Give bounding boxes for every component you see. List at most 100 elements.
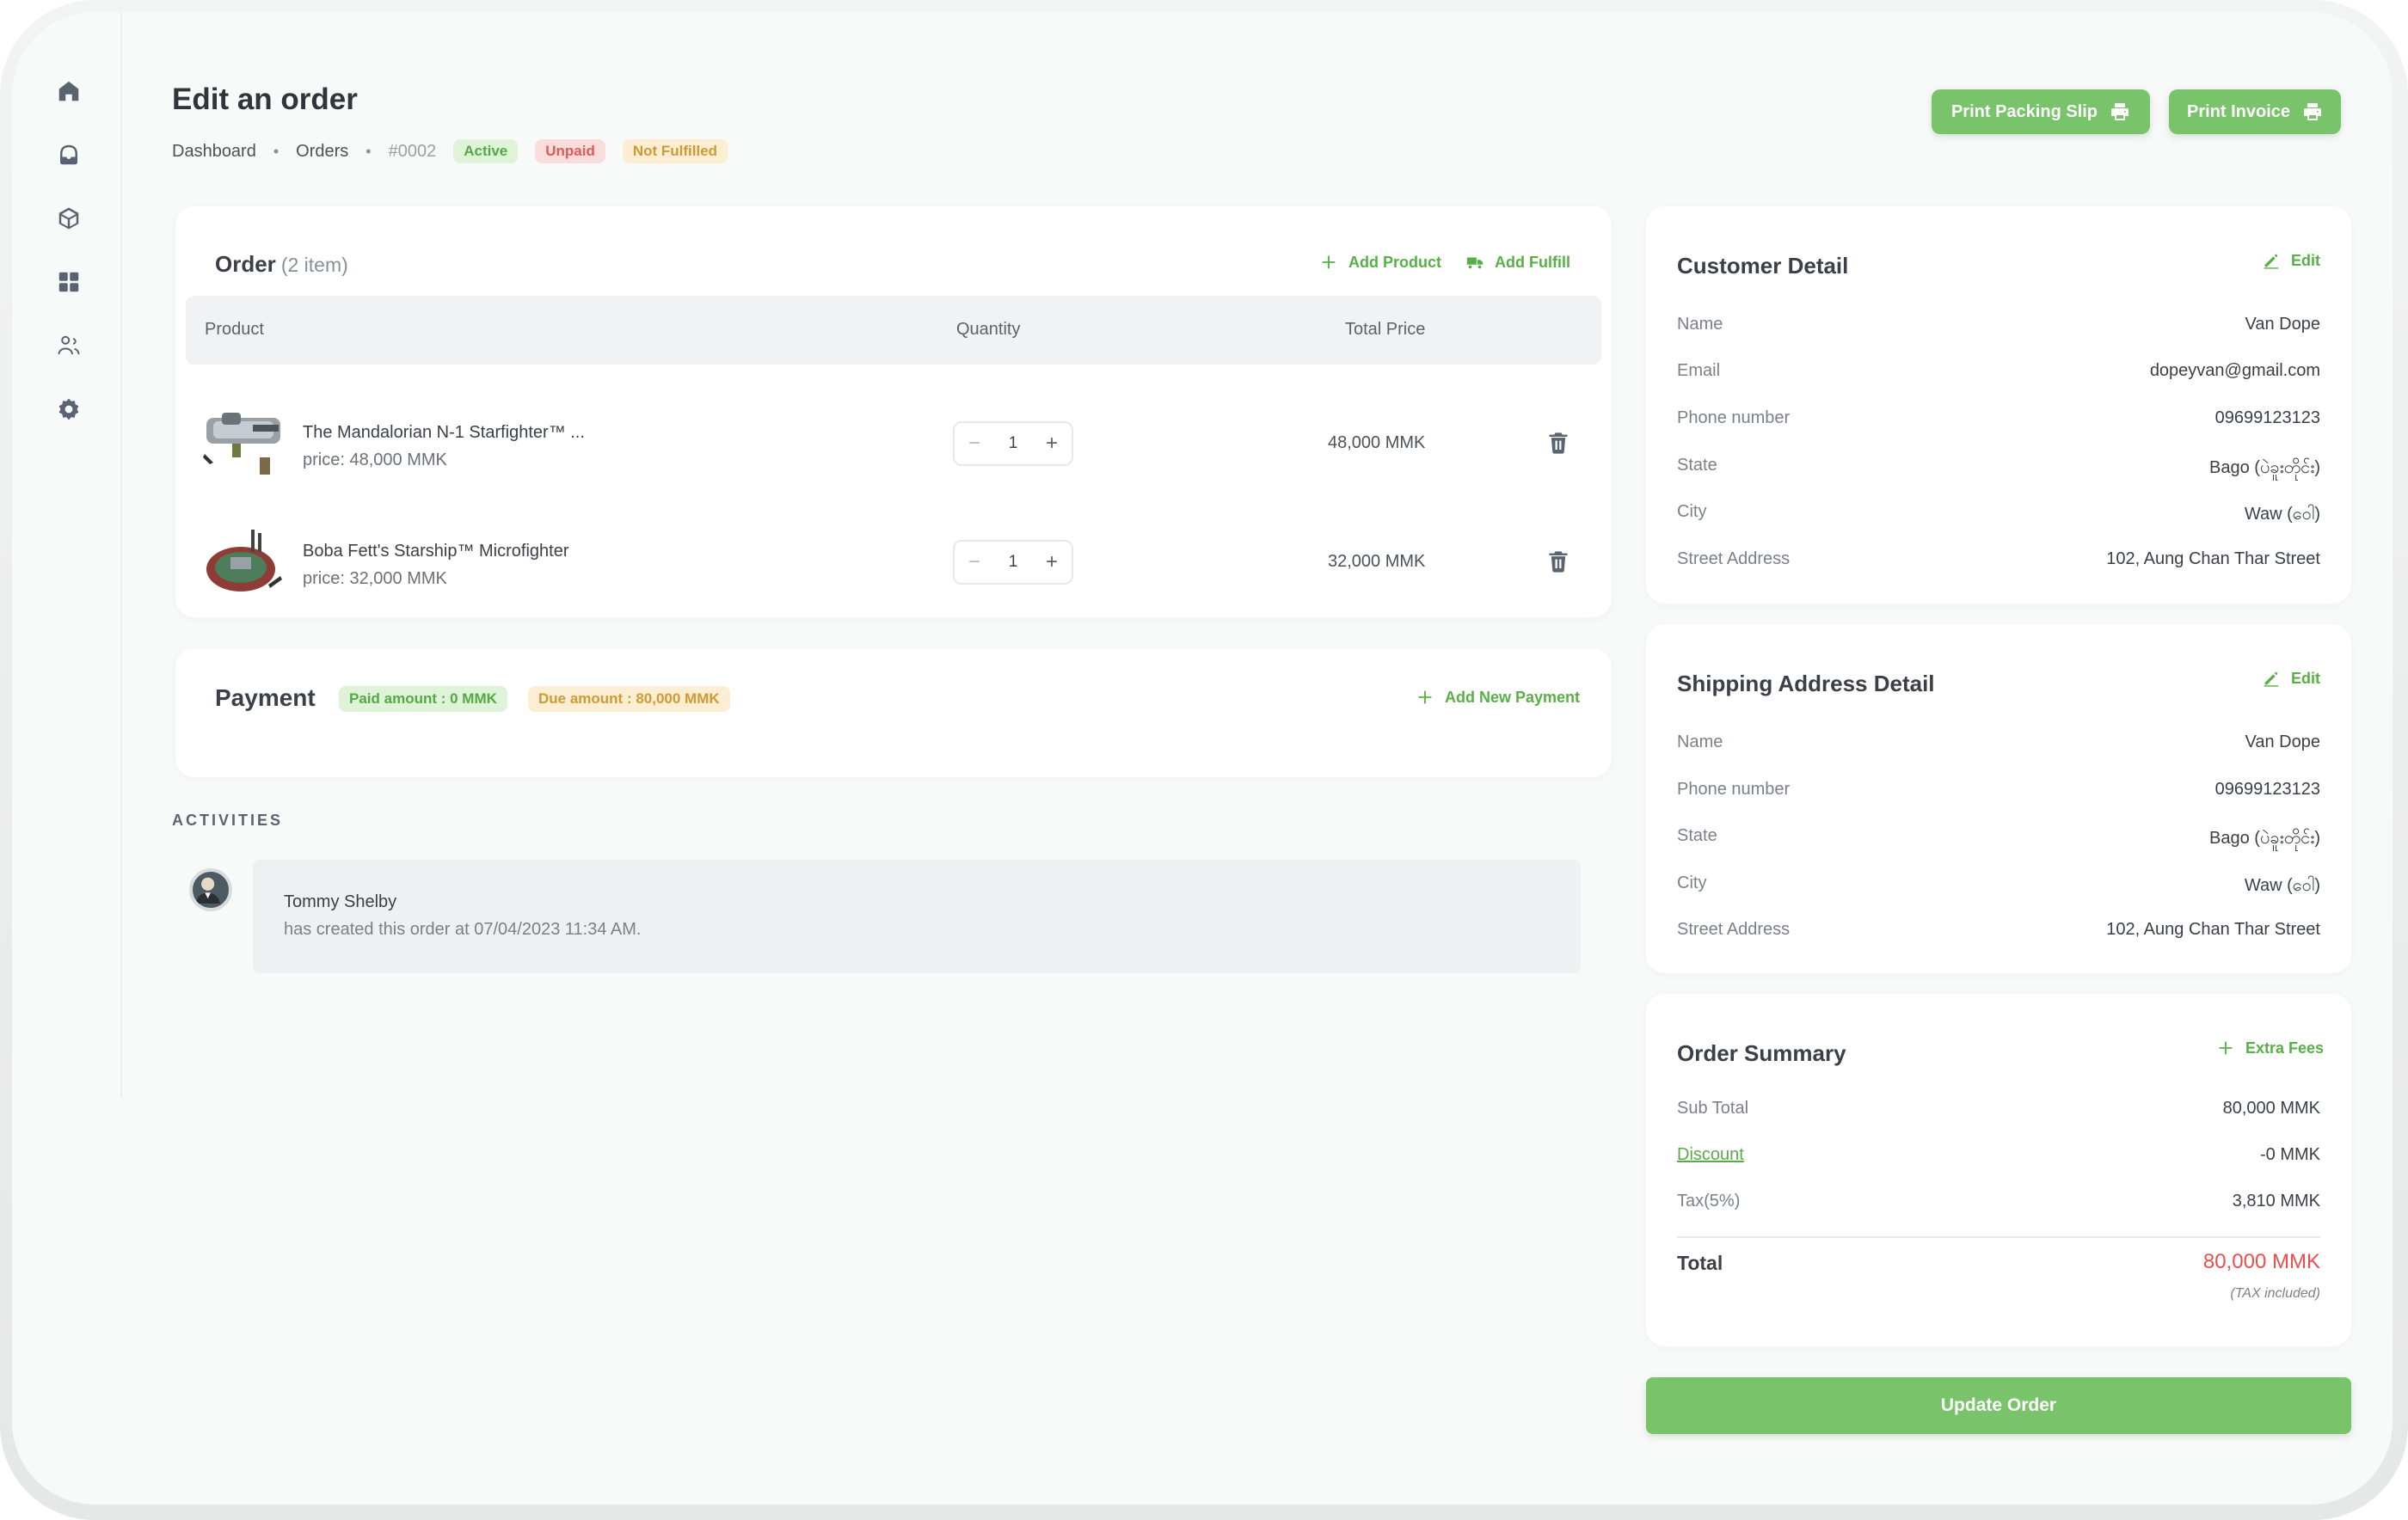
product-image — [201, 406, 287, 485]
detail-value: Bago (ပဲခူးတိုင်း) — [2209, 458, 2320, 477]
decrease-quantity-button[interactable]: − — [968, 432, 980, 456]
detail-label: Phone number — [1677, 408, 1791, 427]
product-unit-price: price: 48,000 MMK — [303, 450, 447, 469]
breadcrumb-separator: • — [273, 142, 280, 160]
update-order-button[interactable]: Update Order — [1646, 1377, 2351, 1434]
detail-label: Street Address — [1677, 549, 1791, 568]
page-title: Edit an order — [172, 83, 358, 116]
delete-product-button[interactable] — [1546, 549, 1570, 574]
detail-value: Van Dope — [2245, 732, 2320, 751]
detail-label: City — [1677, 502, 1707, 521]
add-new-payment-button[interactable]: Add New Payment — [1416, 688, 1580, 707]
order-title-text: Order — [215, 251, 276, 277]
inbox-icon[interactable] — [53, 139, 84, 170]
print-packing-slip-button[interactable]: Print Packing Slip — [1932, 89, 2150, 134]
product-name[interactable]: The Mandalorian N-1 Starfighter™ ... — [303, 423, 585, 443]
column-header-total-price: Total Price — [1345, 320, 1426, 339]
box-icon[interactable] — [53, 203, 84, 234]
device-frame: Edit an order Dashboard • Orders • #0002… — [0, 0, 2408, 1520]
summary-row-discount: Discount -0 MMK — [1677, 1145, 2320, 1171]
print-invoice-label: Print Invoice — [2186, 101, 2291, 121]
product-image — [201, 524, 287, 604]
order-card: Order (2 item) Add Product Add Fulfill Pr… — [175, 206, 1612, 617]
due-amount-badge: Due amount : 80,000 MMK — [528, 686, 730, 712]
detail-value: 09699123123 — [2214, 408, 2320, 427]
detail-row-name: Name Van Dope — [1677, 315, 2320, 340]
quantity-stepper: − 1 + — [953, 540, 1073, 585]
trash-icon — [1549, 432, 1568, 454]
trash-icon — [1549, 551, 1568, 573]
order-summary-card: Order Summary Extra Fees Sub Total 80,000… — [1646, 994, 2351, 1346]
breadcrumb: Dashboard • Orders • #0002 Active Unpaid… — [172, 139, 728, 163]
detail-row-city: City Waw (ဝေါ) — [1677, 873, 2320, 899]
quantity-value[interactable]: 1 — [1009, 553, 1018, 572]
column-header-quantity: Quantity — [956, 320, 1021, 339]
status-badge-active: Active — [453, 139, 519, 163]
order-item-count: (2 item) — [280, 254, 348, 276]
grid-icon[interactable] — [53, 267, 84, 297]
increase-quantity-button[interactable]: + — [1046, 432, 1058, 456]
add-fulfill-label: Add Fulfill — [1495, 253, 1570, 271]
summary-row-tax: Tax(5%) 3,810 MMK — [1677, 1192, 2320, 1217]
summary-value: -0 MMK — [2260, 1145, 2320, 1164]
order-summary-title: Order Summary — [1677, 1040, 1846, 1066]
increase-quantity-button[interactable]: + — [1046, 550, 1058, 574]
avatar — [189, 868, 232, 911]
detail-row-phone: Phone number 09699123123 — [1677, 408, 2320, 434]
home-icon[interactable] — [53, 76, 84, 107]
decrease-quantity-button[interactable]: − — [968, 550, 980, 574]
shipping-address-title: Shipping Address Detail — [1677, 671, 1935, 696]
activity-entry: Tommy Shelby has created this order at 0… — [253, 860, 1581, 973]
edit-customer-button[interactable]: Edit — [2262, 251, 2320, 270]
users-icon[interactable] — [53, 330, 84, 361]
detail-label: Street Address — [1677, 920, 1791, 939]
pencil-icon — [2264, 671, 2279, 687]
detail-label: Name — [1677, 315, 1723, 334]
summary-row-subtotal: Sub Total 80,000 MMK — [1677, 1099, 2320, 1125]
edit-shipping-button[interactable]: Edit — [2262, 669, 2320, 688]
delete-product-button[interactable] — [1546, 430, 1570, 456]
quantity-value[interactable]: 1 — [1009, 434, 1018, 453]
detail-label: Phone number — [1677, 780, 1791, 799]
order-card-title: Order (2 item) — [215, 251, 348, 278]
extra-fees-button[interactable]: Extra Fees — [2216, 1039, 2324, 1057]
status-badge-unpaid: Unpaid — [535, 139, 605, 163]
detail-value: 102, Aung Chan Thar Street — [2106, 549, 2320, 568]
detail-value: Waw (ဝေါ) — [2244, 505, 2320, 524]
plus-icon — [1322, 255, 1336, 269]
detail-row-email: Email dopeyvan@gmail.com — [1677, 361, 2320, 387]
breadcrumb-separator: • — [366, 142, 372, 160]
add-product-button[interactable]: Add Product — [1319, 253, 1441, 272]
add-fulfill-button[interactable]: Add Fulfill — [1465, 253, 1570, 272]
summary-divider — [1677, 1236, 2320, 1238]
detail-value: Van Dope — [2245, 315, 2320, 334]
customer-detail-card: Customer Detail Edit Name Van Dope Email d… — [1646, 206, 2351, 604]
app-screen: Edit an order Dashboard • Orders • #0002… — [12, 12, 2393, 1505]
product-unit-price: price: 32,000 MMK — [303, 569, 447, 588]
detail-label: Name — [1677, 732, 1723, 751]
quantity-stepper: − 1 + — [953, 421, 1073, 466]
summary-label: Sub Total — [1677, 1099, 1749, 1118]
breadcrumb-orders[interactable]: Orders — [296, 142, 348, 162]
summary-label: Tax(5%) — [1677, 1192, 1741, 1210]
breadcrumb-dashboard[interactable]: Dashboard — [172, 142, 256, 162]
status-badge-not-fulfilled: Not Fulfilled — [622, 139, 728, 163]
product-name[interactable]: Boba Fett's Starship™ Microfighter — [303, 542, 569, 561]
add-new-payment-label: Add New Payment — [1445, 688, 1581, 706]
settings-icon[interactable] — [53, 394, 84, 425]
table-row: The Mandalorian N-1 Starfighter™ ... pri… — [175, 390, 1612, 502]
activities-heading: ACTIVITIES — [172, 812, 284, 829]
plus-icon — [1418, 690, 1432, 704]
breadcrumb-order-id: #0002 — [388, 141, 437, 161]
detail-row-phone: Phone number 09699123123 — [1677, 780, 2320, 806]
order-table-header: Product Quantity Total Price — [186, 296, 1601, 365]
activity-description: has created this order at 07/04/2023 11:… — [284, 920, 642, 939]
add-product-label: Add Product — [1348, 253, 1441, 271]
summary-value: 3,810 MMK — [2232, 1192, 2320, 1210]
print-invoice-button[interactable]: Print Invoice — [2169, 89, 2341, 134]
edit-shipping-label: Edit — [2291, 669, 2320, 687]
discount-link[interactable]: Discount — [1677, 1145, 1744, 1165]
summary-value: 80,000 MMK — [2222, 1099, 2320, 1118]
total-label: Total — [1677, 1252, 1723, 1274]
detail-row-state: State Bago (ပဲခူးတိုင်း) — [1677, 456, 2320, 481]
